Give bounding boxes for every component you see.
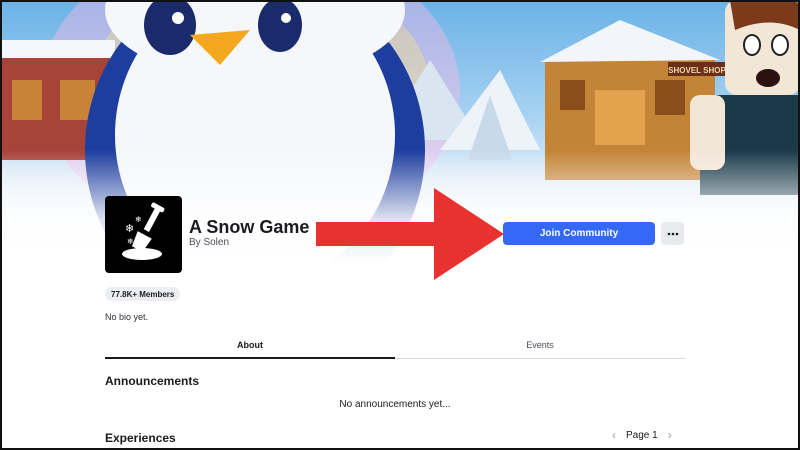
join-community-button[interactable]: Join Community [503, 222, 655, 245]
byline-prefix: By [189, 237, 201, 248]
members-count-badge: 77.8K+ Members [105, 287, 181, 301]
announcements-empty-message: No announcements yet... [339, 399, 451, 410]
announcements-heading: Announcements [105, 374, 200, 388]
group-logo: ❄ ❄ ❄ [105, 196, 182, 273]
tab-events[interactable]: Events [395, 332, 685, 358]
svg-text:❄: ❄ [125, 222, 134, 235]
tab-about[interactable]: About [105, 332, 395, 359]
chevron-right-icon[interactable]: › [668, 428, 672, 442]
snow-shovel-icon: ❄ ❄ ❄ [122, 202, 165, 260]
tab-bar: About Events [105, 332, 685, 359]
owner-link[interactable]: Solen [203, 237, 229, 248]
page-indicator: Page 1 [626, 429, 658, 441]
group-title: A Snow Game [189, 217, 310, 237]
pagination: ‹ Page 1 › [612, 428, 672, 442]
more-options-button[interactable] [661, 222, 684, 245]
shop-sign: SHOVEL SHOP [668, 66, 726, 75]
red-arrow-annotation [316, 188, 504, 280]
chevron-left-icon[interactable]: ‹ [612, 428, 616, 442]
more-options-icon [667, 232, 678, 235]
svg-text:❄: ❄ [127, 237, 134, 246]
group-byline: By Solen [189, 237, 229, 248]
group-bio: No bio yet. [105, 312, 149, 322]
experiences-heading: Experiences [105, 431, 176, 445]
svg-text:❄: ❄ [135, 215, 142, 224]
